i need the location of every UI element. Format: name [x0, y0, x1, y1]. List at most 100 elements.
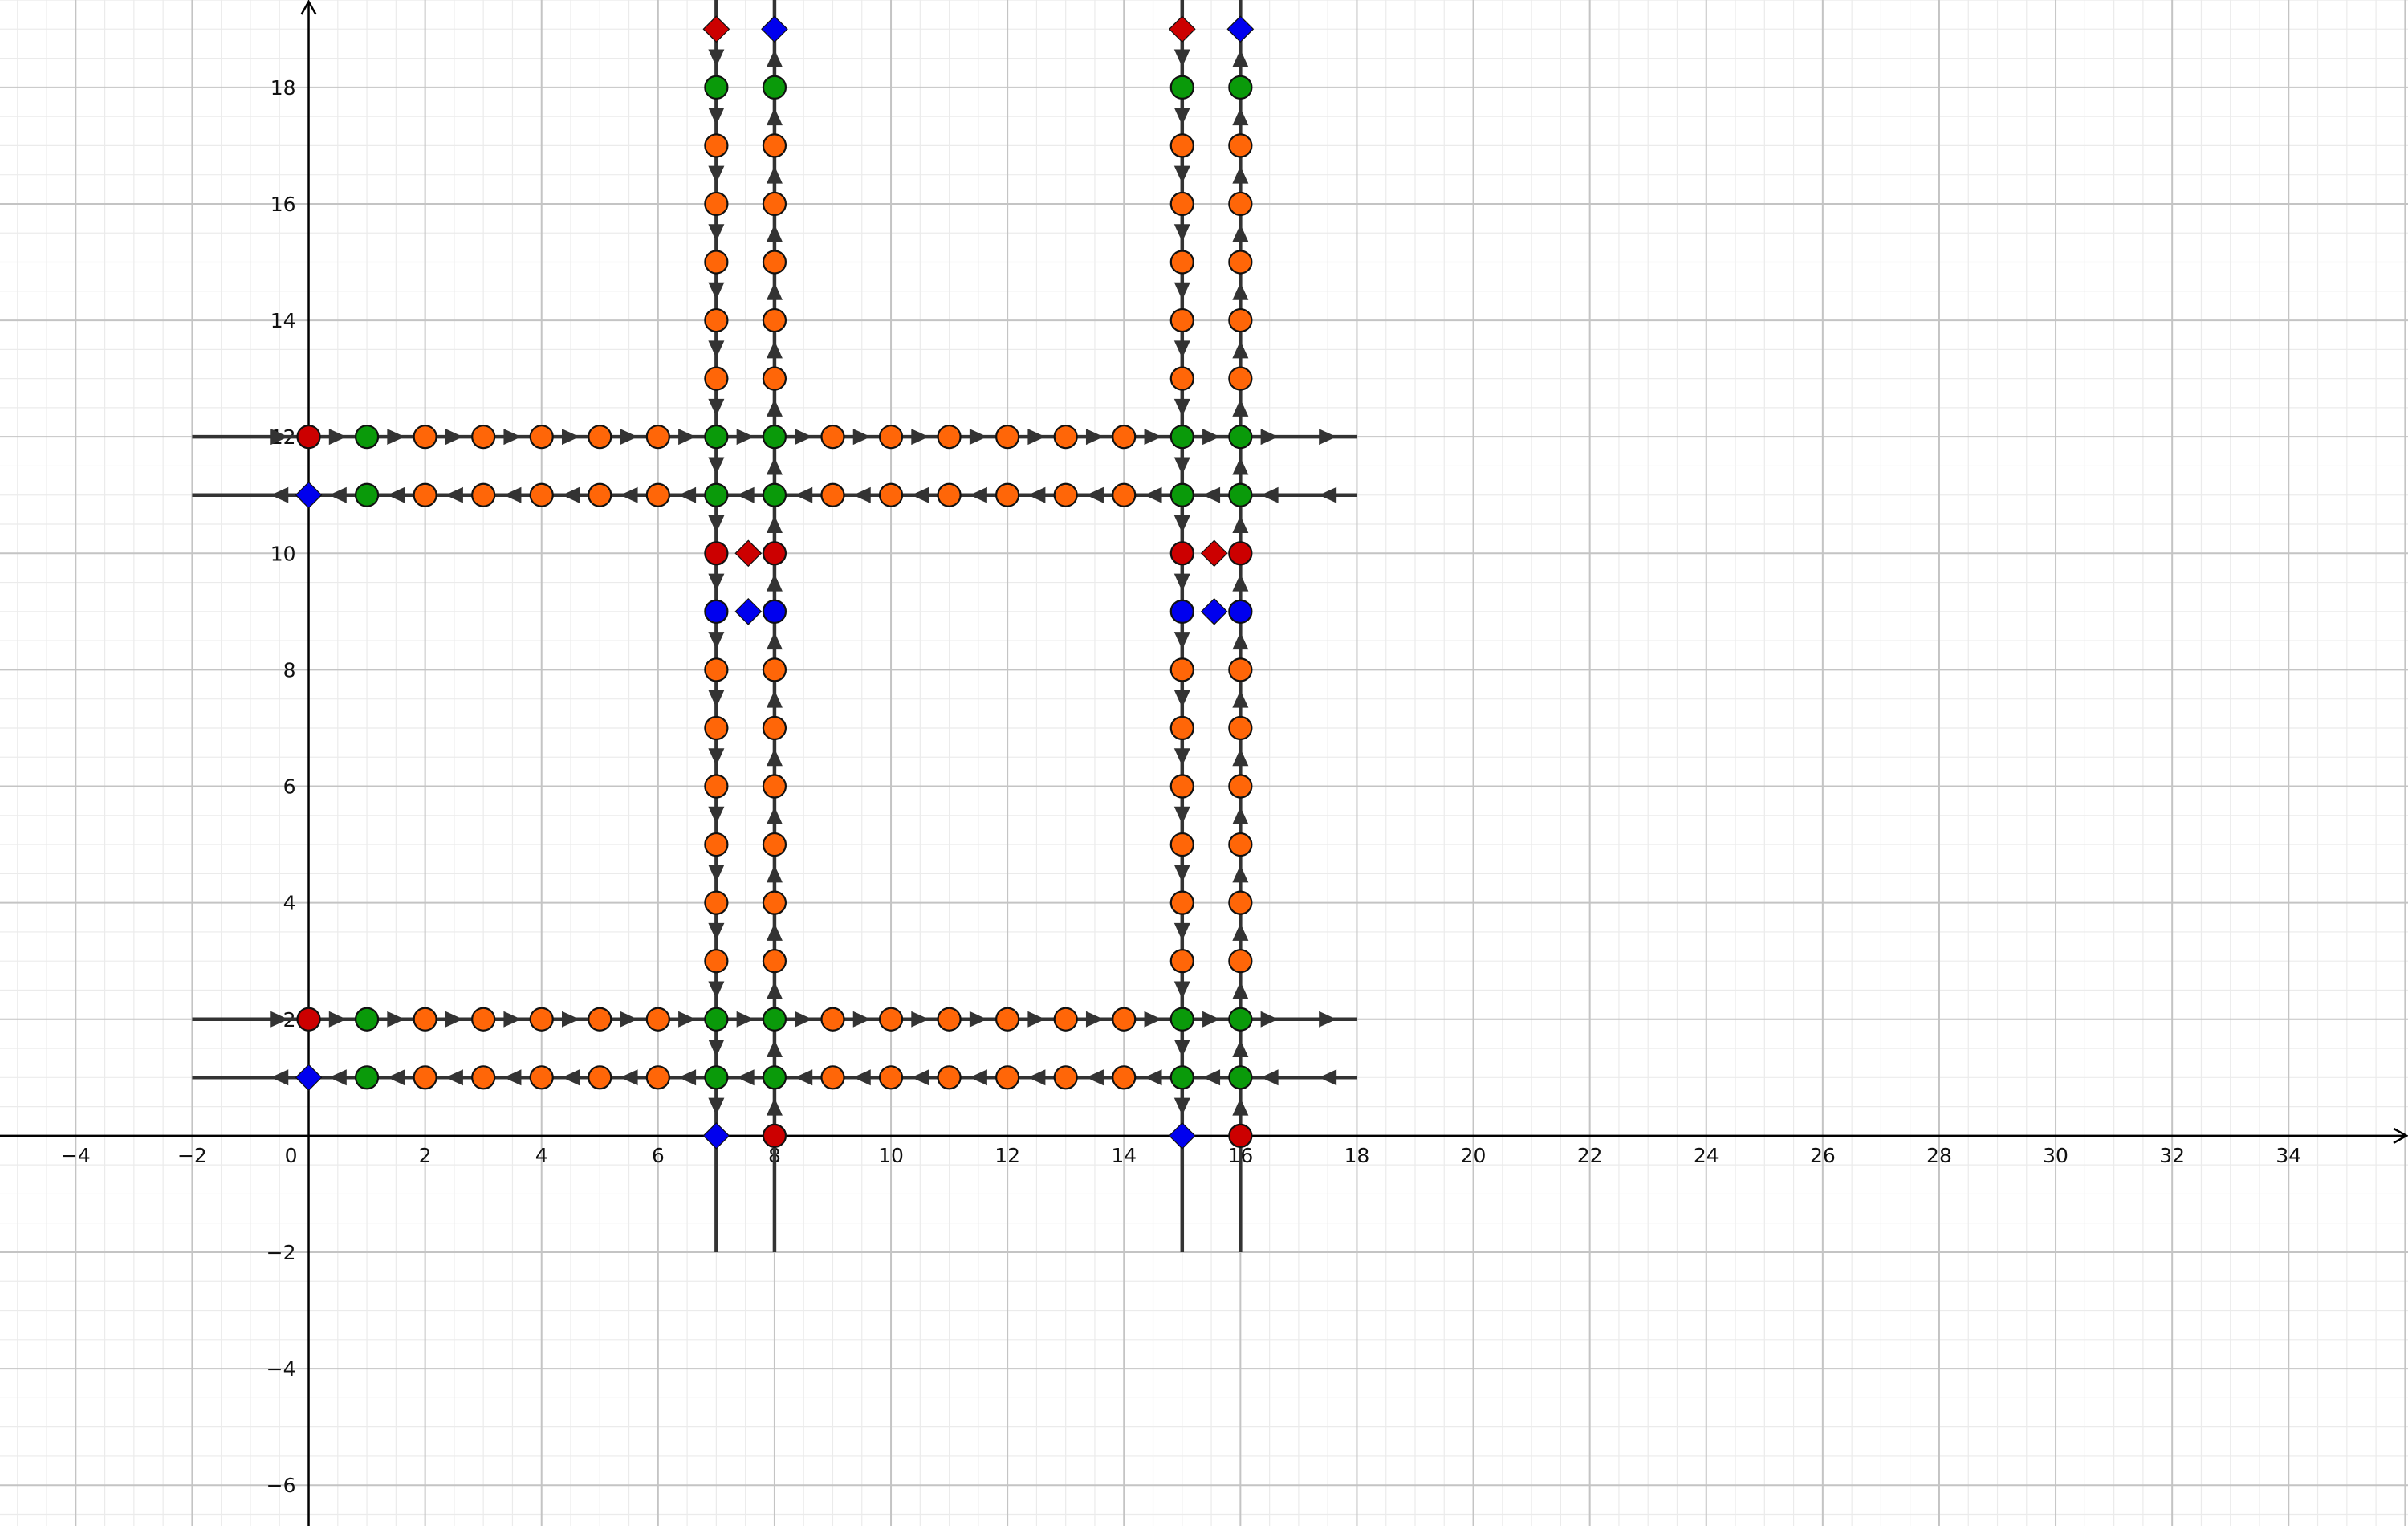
road-node[interactable] — [820, 425, 845, 450]
road-node[interactable] — [937, 425, 962, 450]
road-node[interactable] — [762, 191, 787, 217]
road-node[interactable] — [762, 133, 787, 158]
road-node[interactable] — [529, 425, 554, 450]
road-node[interactable] — [1169, 949, 1194, 974]
red-node[interactable] — [296, 425, 321, 450]
road-node[interactable] — [588, 1065, 612, 1090]
road-node[interactable] — [704, 191, 729, 217]
junction-node[interactable] — [1228, 425, 1253, 450]
road-node[interactable] — [704, 774, 729, 799]
junction-node[interactable] — [762, 482, 787, 507]
road-node[interactable] — [1228, 949, 1253, 974]
road-node[interactable] — [588, 425, 612, 450]
road-node[interactable] — [995, 425, 1020, 450]
red-node[interactable] — [704, 541, 729, 566]
road-node[interactable] — [878, 1007, 904, 1032]
road-node[interactable] — [413, 425, 437, 450]
road-node[interactable] — [762, 657, 787, 682]
junction-node[interactable] — [1169, 1007, 1194, 1032]
road-node[interactable] — [1228, 307, 1253, 333]
blue-diamond-marker[interactable] — [702, 1122, 730, 1150]
road-node[interactable] — [820, 1007, 845, 1032]
red-diamond-marker[interactable] — [1200, 539, 1228, 568]
junction-node[interactable] — [704, 425, 729, 450]
road-node[interactable] — [1228, 774, 1253, 799]
blue-diamond-marker[interactable] — [1226, 15, 1255, 43]
junction-node[interactable] — [354, 1007, 380, 1032]
red-node[interactable] — [762, 1123, 787, 1148]
road-node[interactable] — [1053, 1007, 1078, 1032]
road-node[interactable] — [1169, 191, 1194, 217]
road-node[interactable] — [645, 1007, 670, 1032]
road-node[interactable] — [588, 482, 612, 507]
road-node[interactable] — [1053, 482, 1078, 507]
road-node[interactable] — [529, 1065, 554, 1090]
junction-node[interactable] — [354, 482, 380, 507]
road-node[interactable] — [762, 890, 787, 915]
road-node[interactable] — [762, 307, 787, 333]
road-node[interactable] — [820, 482, 845, 507]
road-node[interactable] — [1169, 715, 1194, 741]
junction-node[interactable] — [704, 1065, 729, 1090]
junction-node[interactable] — [1228, 482, 1253, 507]
road-node[interactable] — [588, 1007, 612, 1032]
road-node[interactable] — [1169, 774, 1194, 799]
red-node[interactable] — [762, 541, 787, 566]
road-node[interactable] — [1169, 832, 1194, 857]
junction-node[interactable] — [762, 75, 787, 100]
road-node[interactable] — [937, 482, 962, 507]
red-diamond-marker[interactable] — [734, 539, 763, 568]
graph-canvas[interactable]: −4−20246810121416182022242628303234 −6−4… — [0, 0, 2408, 1526]
road-node[interactable] — [704, 949, 729, 974]
road-node[interactable] — [645, 482, 670, 507]
road-node[interactable] — [1228, 657, 1253, 682]
road-node[interactable] — [529, 1007, 554, 1032]
blue-diamond-marker[interactable] — [295, 481, 323, 509]
road-node[interactable] — [1053, 425, 1078, 450]
junction-node[interactable] — [354, 1065, 380, 1090]
junction-node[interactable] — [762, 1007, 787, 1032]
road-node[interactable] — [1112, 482, 1137, 507]
junction-node[interactable] — [1169, 482, 1194, 507]
red-node[interactable] — [1228, 1123, 1253, 1148]
junction-node[interactable] — [762, 425, 787, 450]
road-node[interactable] — [762, 774, 787, 799]
junction-node[interactable] — [704, 482, 729, 507]
road-node[interactable] — [937, 1007, 962, 1032]
road-node[interactable] — [413, 1007, 437, 1032]
road-node[interactable] — [704, 307, 729, 333]
red-diamond-marker[interactable] — [1168, 15, 1196, 43]
road-node[interactable] — [1169, 307, 1194, 333]
road-node[interactable] — [704, 366, 729, 391]
blue-node[interactable] — [704, 599, 729, 624]
road-node[interactable] — [1169, 250, 1194, 275]
junction-node[interactable] — [1228, 1007, 1253, 1032]
road-node[interactable] — [413, 1065, 437, 1090]
road-node[interactable] — [878, 425, 904, 450]
road-node[interactable] — [1228, 133, 1253, 158]
red-diamond-marker[interactable] — [702, 15, 730, 43]
road-node[interactable] — [1169, 366, 1194, 391]
road-node[interactable] — [704, 657, 729, 682]
road-node[interactable] — [1169, 133, 1194, 158]
blue-diamond-marker[interactable] — [734, 598, 763, 625]
road-node[interactable] — [529, 482, 554, 507]
road-node[interactable] — [704, 133, 729, 158]
junction-node[interactable] — [354, 425, 380, 450]
blue-diamond-marker[interactable] — [295, 1064, 323, 1092]
junction-node[interactable] — [704, 1007, 729, 1032]
junction-node[interactable] — [1228, 1065, 1253, 1090]
road-node[interactable] — [995, 1065, 1020, 1090]
road-node[interactable] — [1228, 715, 1253, 741]
road-node[interactable] — [762, 366, 787, 391]
road-node[interactable] — [820, 1065, 845, 1090]
road-node[interactable] — [704, 832, 729, 857]
blue-diamond-marker[interactable] — [761, 15, 788, 43]
road-node[interactable] — [762, 715, 787, 741]
junction-node[interactable] — [704, 75, 729, 100]
road-node[interactable] — [1112, 425, 1137, 450]
road-node[interactable] — [995, 482, 1020, 507]
junction-node[interactable] — [1228, 75, 1253, 100]
road-node[interactable] — [1169, 657, 1194, 682]
road-node[interactable] — [937, 1065, 962, 1090]
